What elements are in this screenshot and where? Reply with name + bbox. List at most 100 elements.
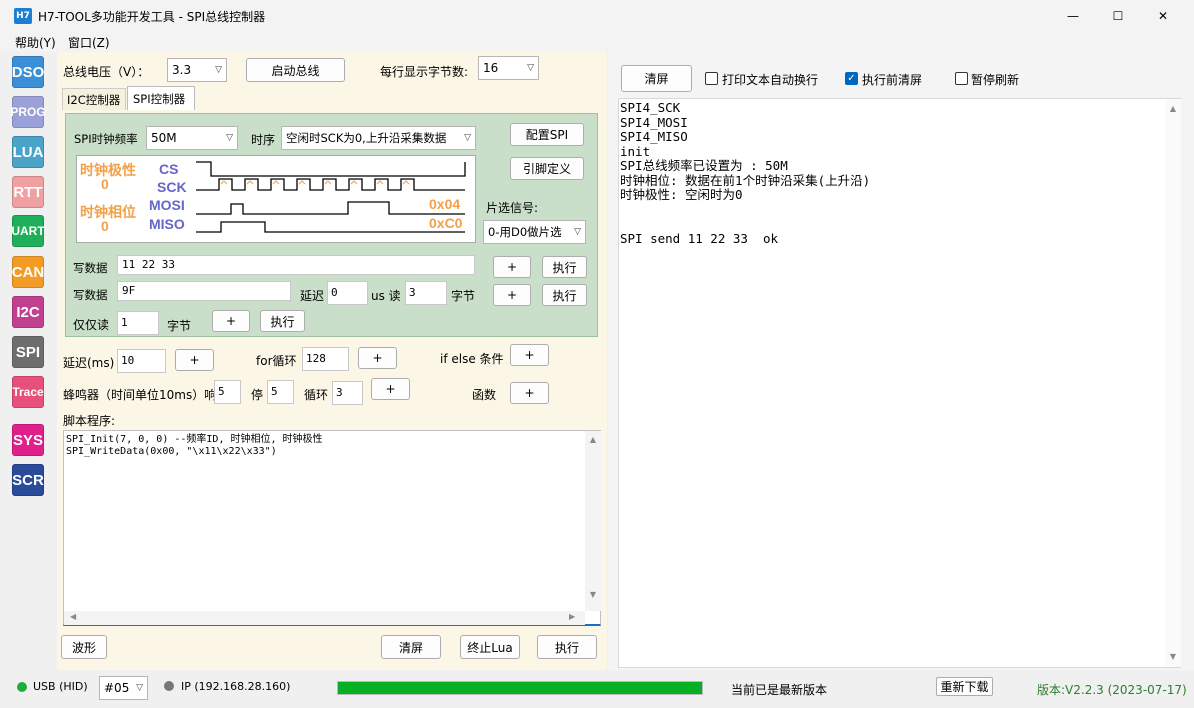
chevron-down-icon: ▽ (527, 63, 534, 73)
signal-miso: MISO (149, 216, 185, 232)
us-read-label: us 读 (371, 289, 401, 303)
pin-define-button[interactable]: 引脚定义 (510, 157, 584, 180)
usb-status-label: USB (HID) (33, 680, 88, 693)
add-write-button-1[interactable]: + (493, 256, 531, 278)
maximize-button[interactable]: ☐ (1095, 0, 1141, 32)
close-button[interactable]: ✕ (1140, 0, 1186, 32)
exec-write-button-1[interactable]: 执行 (542, 256, 587, 278)
chevron-down-icon: ▽ (136, 683, 143, 693)
chevron-down-icon: ▽ (226, 133, 233, 143)
tool-dso-icon[interactable]: DSO (12, 56, 44, 88)
buzzer-label: 蜂鸣器（时间单位10ms）响 (63, 388, 217, 402)
bytes-per-line-select[interactable]: 16 ▽ (478, 56, 539, 80)
write-data-input-1[interactable]: 11 22 33 (117, 255, 475, 275)
buzzer-on-input[interactable]: 5 (214, 380, 241, 404)
add-buzzer-button[interactable]: + (371, 378, 410, 400)
scroll-up-icon[interactable]: ▲ (1165, 104, 1181, 113)
tool-sys-icon[interactable]: SYS (12, 424, 44, 456)
tool-rtt-icon[interactable]: RTT (12, 176, 44, 208)
console-clear-button[interactable]: 清屏 (621, 65, 692, 92)
menu-window[interactable]: 窗口(Z) (68, 34, 110, 51)
run-script-button[interactable]: 执行 (537, 635, 597, 659)
add-function-button[interactable]: + (510, 382, 549, 404)
buzzer-loop-input[interactable]: 3 (332, 381, 363, 405)
ip-status-label: IP (192.168.28.160) (181, 680, 291, 693)
exec-write-button-2[interactable]: 执行 (542, 284, 587, 306)
read-length-input[interactable]: 3 (405, 281, 447, 305)
signal-cs: CS (159, 161, 179, 177)
clear-before-run-checkbox[interactable]: ✓ (845, 72, 858, 85)
tool-uart-icon[interactable]: UART (11, 215, 45, 247)
scroll-down-icon[interactable]: ▼ (585, 590, 601, 599)
pause-refresh-checkbox[interactable] (955, 72, 968, 85)
console-scrollbar[interactable]: ▲ ▼ (1165, 99, 1181, 667)
buzzer-stop-label: 停 (251, 388, 264, 402)
device-select[interactable]: #05 ▽ (99, 676, 148, 700)
if-else-label: if else 条件 (440, 352, 504, 366)
rising-edge-marker (298, 180, 306, 185)
script-delay-label: 延迟(ms) (63, 356, 115, 370)
scroll-up-icon[interactable]: ▲ (585, 435, 601, 444)
exec-read-button[interactable]: 执行 (260, 310, 305, 332)
script-program-label: 脚本程序: (63, 414, 116, 428)
bus-voltage-select[interactable]: 3.3 ▽ (167, 58, 227, 82)
app-logo: H7 (14, 8, 32, 24)
add-delay-button[interactable]: + (175, 349, 214, 371)
write-data-input-2[interactable]: 9F (117, 281, 291, 301)
add-write-button-2[interactable]: + (493, 284, 531, 306)
console-line: 时钟相位: 数据在前1个时钟沿采集(上升沿) (620, 172, 871, 188)
menu-help[interactable]: 帮助(Y) (15, 34, 56, 51)
console-lines: SPI4_SCK SPI4_MOSI SPI4_MISO init SPI总线频率已设置… (620, 100, 871, 246)
tool-lua-icon[interactable]: LUA (12, 136, 44, 168)
console-line: SPI4_MOSI (620, 114, 688, 130)
rising-edge-marker (246, 180, 254, 185)
start-bus-button[interactable]: 启动总线 (246, 58, 345, 82)
add-read-button[interactable]: + (212, 310, 250, 332)
for-loop-input[interactable]: 128 (302, 347, 349, 371)
chip-select-select[interactable]: 0-用D0做片选 ▽ (483, 220, 586, 244)
script-clear-button[interactable]: 清屏 (381, 635, 441, 659)
delay-input[interactable]: 0 (327, 281, 368, 305)
wrap-checkbox[interactable] (705, 72, 718, 85)
scroll-left-icon[interactable]: ◀ (70, 612, 76, 621)
tab-i2c[interactable]: I2C控制器 (62, 88, 126, 110)
tool-prog-icon[interactable]: PROG (10, 96, 46, 128)
read-only-input[interactable]: 1 (117, 311, 159, 335)
version-label: 版本:V2.2.3 (2023-07-17) (1037, 683, 1187, 697)
tool-trace-icon[interactable]: Trace (12, 376, 44, 408)
tool-spi-icon[interactable]: SPI (12, 336, 44, 368)
script-delay-input[interactable]: 10 (117, 349, 166, 373)
bytes-label: 字节 (451, 289, 476, 303)
tool-can-icon[interactable]: CAN (12, 256, 44, 288)
minimize-button[interactable]: — (1050, 0, 1096, 32)
console-line: 时钟极性: 空闲时为0 (620, 187, 743, 202)
rising-edge-marker (350, 180, 358, 185)
waveform-button[interactable]: 波形 (61, 635, 107, 659)
horizontal-scrollbar[interactable]: ◀ ▶ (64, 611, 585, 625)
read-only-bytes-label: 字节 (167, 319, 192, 333)
progress-fill (338, 682, 702, 694)
add-for-button[interactable]: + (358, 347, 397, 369)
tool-scr-icon[interactable]: SCR (12, 464, 44, 496)
wrap-label: 打印文本自动换行 (722, 73, 819, 87)
console-line: SPI send 11 22 33 ok (620, 230, 779, 246)
buzzer-stop-input[interactable]: 5 (267, 380, 294, 404)
vertical-scrollbar[interactable]: ▲ ▼ (585, 431, 601, 611)
scroll-right-icon[interactable]: ▶ (569, 612, 575, 621)
bus-voltage-label: 总线电压（V）： (63, 65, 150, 79)
console-output[interactable]: SPI4_SCK SPI4_MOSI SPI4_MISO init SPI总线频率已设置… (618, 98, 1181, 668)
spi-clock-select[interactable]: 50M ▽ (146, 126, 238, 150)
config-spi-button[interactable]: 配置SPI (510, 123, 584, 146)
add-if-else-button[interactable]: + (510, 344, 549, 366)
ip-status-icon (164, 681, 174, 691)
chip-select-label: 片选信号: (486, 201, 539, 215)
scroll-down-icon[interactable]: ▼ (1165, 652, 1181, 661)
script-editor[interactable]: SPI_Init(7, 0, 0) --频率ID, 时钟相位, 时钟极性 SPI… (63, 430, 601, 626)
timing-select[interactable]: 空闲时SCK为0,上升沿采集数据 ▽ (281, 126, 476, 150)
timing-label: 时序 (251, 133, 276, 147)
bytes-per-line-label: 每行显示字节数: (380, 65, 469, 79)
tab-spi[interactable]: SPI控制器 (127, 86, 195, 110)
tool-i2c-icon[interactable]: I2C (12, 296, 44, 328)
redownload-button[interactable]: 重新下载 (936, 677, 993, 696)
stop-lua-button[interactable]: 终止Lua (460, 635, 520, 659)
